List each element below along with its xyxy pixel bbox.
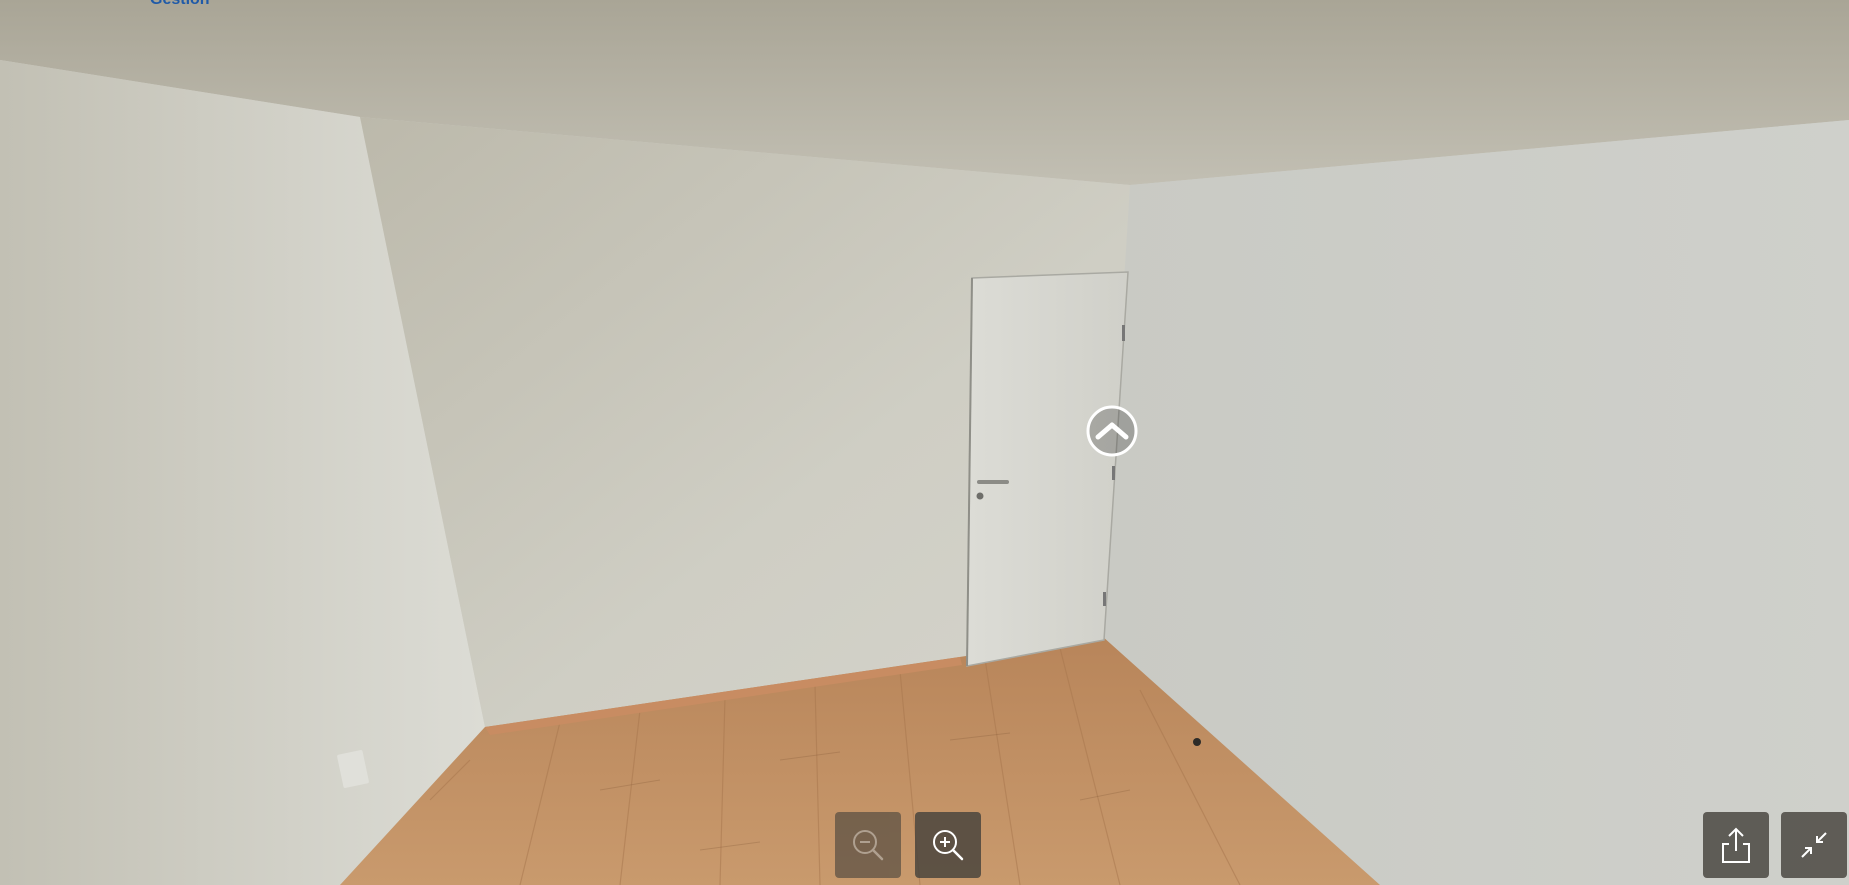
zoom-out-icon xyxy=(853,830,884,861)
zoom-in-icon xyxy=(933,830,964,861)
exit-fullscreen-button[interactable] xyxy=(1781,812,1847,878)
zoom-in-button[interactable] xyxy=(915,812,981,878)
share-icon xyxy=(1722,827,1750,863)
panorama-image[interactable] xyxy=(0,0,1849,885)
share-button[interactable] xyxy=(1703,812,1769,878)
zoom-out-button[interactable] xyxy=(835,812,901,878)
chevron-up-icon xyxy=(1086,405,1138,457)
collapse-icon xyxy=(1801,832,1827,858)
panorama-viewer[interactable]: Gestion xyxy=(0,0,1849,885)
brand-logo-text: Gestion xyxy=(150,0,210,9)
navigation-hotspot[interactable] xyxy=(1086,405,1138,457)
